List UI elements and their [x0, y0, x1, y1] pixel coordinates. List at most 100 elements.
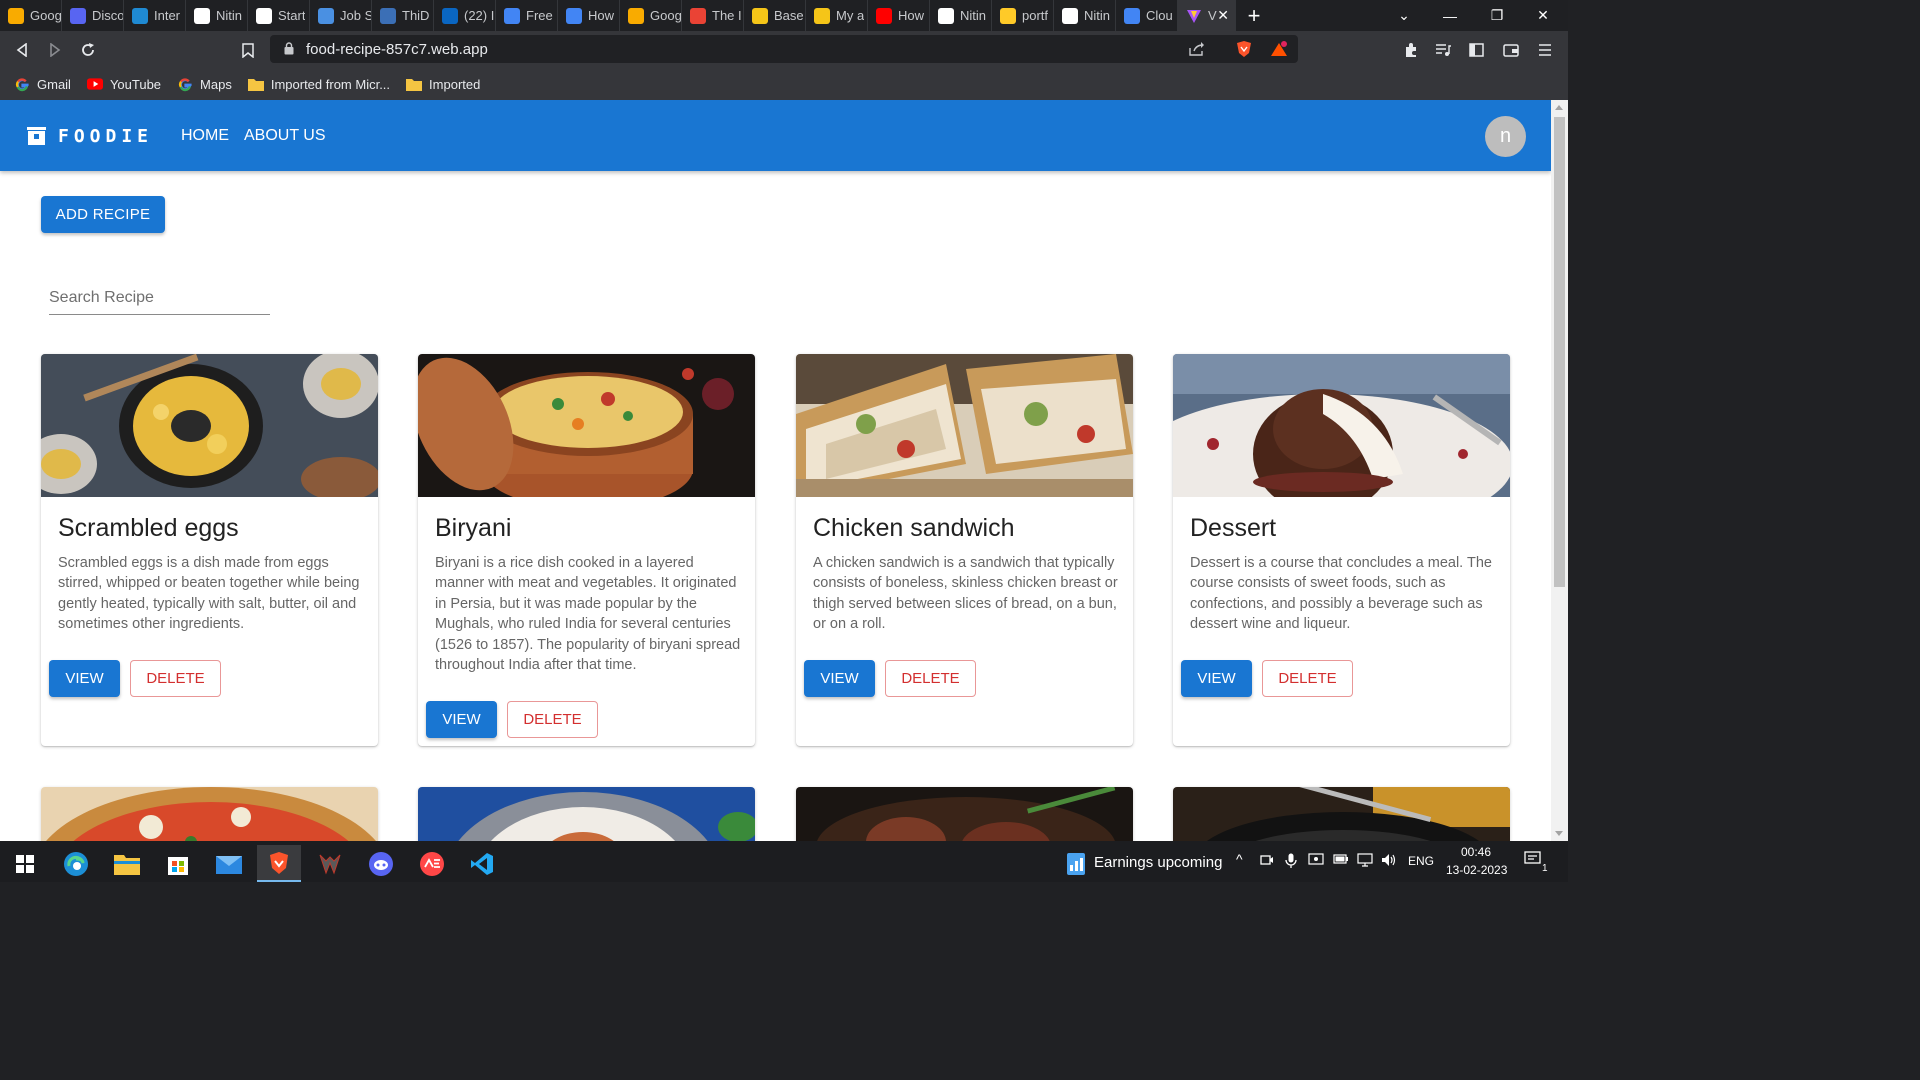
tab-item[interactable]: Job S: [310, 0, 372, 31]
clock-date[interactable]: 13-02-2023: [1446, 863, 1507, 877]
tab-item[interactable]: ThiD: [372, 0, 434, 31]
reload-icon[interactable]: [77, 39, 99, 61]
delete-recipe-button[interactable]: DELETE: [507, 701, 598, 738]
tab-title: Base: [774, 8, 804, 23]
file-explorer-icon[interactable]: [105, 845, 149, 882]
tab-item[interactable]: Inter: [124, 0, 186, 31]
tab-item[interactable]: portf: [992, 0, 1054, 31]
tab-item[interactable]: The I: [682, 0, 744, 31]
tab-item[interactable]: My a: [806, 0, 868, 31]
projector-icon[interactable]: [1308, 853, 1324, 870]
close-window-button[interactable]: ✕: [1520, 0, 1566, 31]
delete-recipe-button[interactable]: DELETE: [1262, 660, 1353, 697]
tab-item[interactable]: (22) I: [434, 0, 496, 31]
battery-icon[interactable]: [1333, 853, 1349, 868]
tab-list: Goog Disco Inter Nitin Start Job S ThiD (22) I F…: [0, 0, 1178, 31]
scroll-up-icon[interactable]: [1555, 105, 1563, 110]
tab-item[interactable]: Start: [248, 0, 310, 31]
vscode-icon[interactable]: [460, 845, 504, 882]
recipe-image-steak: [796, 787, 1133, 841]
menu-icon[interactable]: [1534, 39, 1556, 61]
brave-rewards-icon[interactable]: [1270, 40, 1288, 58]
nav-home[interactable]: HOME: [181, 127, 229, 145]
clock-time[interactable]: 00:46: [1461, 845, 1491, 859]
mail-icon[interactable]: [207, 845, 251, 882]
bookmark-youtube[interactable]: YouTube: [86, 76, 161, 92]
windows-start-icon[interactable]: [3, 845, 47, 882]
tab-item[interactable]: Goog: [620, 0, 682, 31]
media-icon[interactable]: [1432, 39, 1454, 61]
volume-icon[interactable]: [1381, 853, 1397, 870]
brave-browser-icon[interactable]: [257, 845, 301, 882]
scrollbar-thumb[interactable]: [1554, 117, 1565, 587]
wallet-icon[interactable]: [1500, 39, 1522, 61]
tab-title: portf: [1022, 8, 1049, 23]
network-icon[interactable]: [1357, 853, 1373, 870]
edge-icon[interactable]: [54, 845, 98, 882]
language-indicator[interactable]: ENG: [1408, 854, 1434, 868]
share-icon[interactable]: [1188, 40, 1206, 58]
bookmark-maps[interactable]: Maps: [177, 76, 232, 92]
brave-shield-icon[interactable]: [1235, 40, 1253, 58]
view-recipe-button[interactable]: VIEW: [426, 701, 497, 738]
predator-sense-icon[interactable]: [308, 845, 352, 882]
tab-item[interactable]: How: [868, 0, 930, 31]
news-widget-icon[interactable]: [1054, 845, 1098, 882]
store-icon[interactable]: [156, 845, 200, 882]
tab-item[interactable]: Goog: [0, 0, 62, 31]
notifications-icon[interactable]: [1524, 850, 1542, 871]
nav-about-us[interactable]: ABOUT US: [244, 127, 326, 145]
extensions-icon[interactable]: [1400, 39, 1422, 61]
tab-item[interactable]: Nitin: [186, 0, 248, 31]
tab-item[interactable]: Clou: [1116, 0, 1178, 31]
tab-item[interactable]: Base: [744, 0, 806, 31]
bookmark-label: Imported: [429, 76, 481, 92]
sidebar-icon[interactable]: [1465, 39, 1487, 61]
news-widget-text[interactable]: Earnings upcoming: [1094, 854, 1222, 871]
view-recipe-button[interactable]: VIEW: [1181, 660, 1252, 697]
scroll-down-icon[interactable]: [1555, 831, 1563, 836]
camera-icon[interactable]: [1260, 853, 1274, 870]
brand-name[interactable]: FOODIE: [58, 126, 153, 147]
delete-recipe-button[interactable]: DELETE: [885, 660, 976, 697]
github-icon: [1062, 7, 1078, 24]
page-viewport: FOODIE HOME ABOUT US n ADD RECIPE Scramb…: [0, 100, 1551, 841]
view-recipe-button[interactable]: VIEW: [804, 660, 875, 697]
minimize-button[interactable]: —: [1427, 0, 1473, 31]
close-tab-icon[interactable]: ✕: [1217, 7, 1229, 24]
delete-recipe-button[interactable]: DELETE: [130, 660, 221, 697]
back-icon[interactable]: [11, 39, 33, 61]
triangle-icon: [938, 7, 954, 24]
emoji-icon: [814, 7, 830, 24]
search-input[interactable]: [49, 283, 270, 313]
bookmark-folder-imported-microsoft[interactable]: Imported from Micr...: [247, 76, 390, 92]
restaurant-logo-icon[interactable]: [27, 127, 46, 145]
tab-item[interactable]: Disco: [62, 0, 124, 31]
discord-icon[interactable]: [359, 845, 403, 882]
page-scrollbar[interactable]: [1551, 100, 1568, 841]
ea-app-icon[interactable]: [410, 845, 454, 882]
new-tab-button[interactable]: +: [1236, 0, 1272, 31]
view-recipe-button[interactable]: VIEW: [49, 660, 120, 697]
tab-item[interactable]: Nitin: [1054, 0, 1116, 31]
tab-item[interactable]: Free: [496, 0, 558, 31]
windows-taskbar: Earnings upcoming ^ ENG 00:46 13-02-2023…: [0, 841, 1568, 882]
tab-item[interactable]: How: [558, 0, 620, 31]
address-bar[interactable]: food-recipe-857c7.web.app: [270, 35, 1298, 63]
chevron-up-icon[interactable]: ^: [1236, 851, 1243, 867]
bookmark-folder-imported[interactable]: Imported: [406, 76, 480, 92]
recipe-title: Chicken sandwich: [813, 514, 1015, 542]
tab-item[interactable]: Nitin: [930, 0, 992, 31]
google-icon: [14, 76, 30, 92]
microphone-icon[interactable]: [1285, 853, 1297, 871]
bookmark-icon[interactable]: [237, 39, 259, 61]
tab-search-icon[interactable]: ⌄: [1381, 0, 1427, 31]
tab-title: Nitin: [960, 8, 987, 23]
bookmark-gmail[interactable]: Gmail: [14, 76, 71, 92]
avatar[interactable]: n: [1485, 116, 1526, 157]
tab-active[interactable]: V ✕: [1178, 0, 1236, 31]
tab-title: Inter: [154, 8, 181, 23]
restore-button[interactable]: ❐: [1474, 0, 1520, 31]
forward-icon[interactable]: [44, 39, 66, 61]
add-recipe-button[interactable]: ADD RECIPE: [41, 196, 165, 233]
